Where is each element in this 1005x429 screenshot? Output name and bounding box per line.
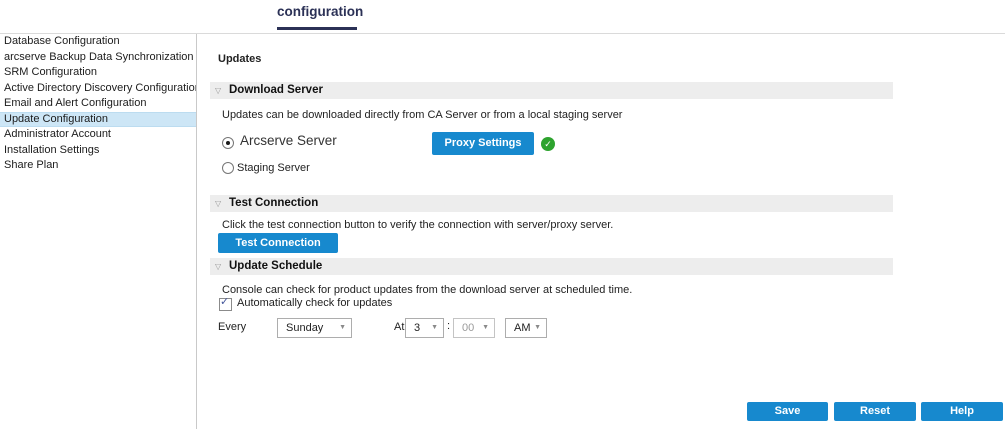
collapse-triangle-icon: ▽ [215, 258, 229, 275]
auto-check-checkbox[interactable]: ✓ [219, 298, 232, 311]
dropdown-caret-icon: ▼ [339, 319, 346, 337]
save-button[interactable]: Save [747, 402, 828, 421]
hour-select[interactable]: 3 ▼ [405, 318, 444, 338]
download-server-description: Updates can be downloaded directly from … [222, 109, 622, 121]
sidebar-item-share-plan[interactable]: Share Plan [0, 158, 196, 174]
app-window: configuration Database Configuration arc… [0, 0, 1005, 429]
ampm-select-value: AM [514, 319, 531, 337]
dropdown-caret-icon: ▼ [482, 319, 489, 337]
section-header-download-server[interactable]: ▽Download Server [210, 82, 893, 99]
minute-select-value: 00 [462, 319, 474, 337]
arcserve-server-radio-label[interactable]: Arcserve Server [240, 133, 337, 148]
check-icon: ✓ [220, 297, 229, 308]
reset-button[interactable]: Reset [834, 402, 916, 421]
ampm-select[interactable]: AM ▼ [505, 318, 547, 338]
tab-label: configuration [277, 4, 363, 19]
update-schedule-description: Console can check for product updates fr… [222, 284, 632, 296]
sidebar-item-srm-configuration[interactable]: SRM Configuration [0, 65, 196, 81]
minute-select[interactable]: 00 ▼ [453, 318, 495, 338]
section-header-update-schedule[interactable]: ▽Update Schedule [210, 258, 893, 275]
sidebar-item-arcserve-backup-sync[interactable]: arcserve Backup Data Synchronization Sch… [0, 50, 196, 66]
help-button[interactable]: Help [921, 402, 1003, 421]
dropdown-caret-icon: ▼ [534, 319, 541, 337]
check-icon: ✓ [544, 139, 552, 149]
dropdown-caret-icon: ▼ [431, 319, 438, 337]
active-tab-indicator [277, 27, 357, 30]
staging-server-radio[interactable] [222, 162, 234, 174]
sidebar: Database Configuration arcserve Backup D… [0, 34, 197, 429]
section-title: Update Schedule [229, 260, 322, 272]
hour-select-value: 3 [414, 319, 420, 337]
test-connection-button[interactable]: Test Connection [218, 233, 338, 253]
tab-configuration[interactable]: configuration [277, 4, 363, 19]
collapse-triangle-icon: ▽ [215, 195, 229, 212]
time-colon: : [447, 320, 450, 332]
sidebar-item-email-and-alert[interactable]: Email and Alert Configuration [0, 96, 196, 112]
section-title: Test Connection [229, 197, 318, 209]
staging-server-radio-label[interactable]: Staging Server [237, 162, 310, 174]
success-icon: ✓ [541, 137, 555, 151]
top-navigation: configuration [0, 0, 1005, 34]
day-select-value: Sunday [286, 319, 323, 337]
arcserve-server-radio[interactable] [222, 137, 234, 149]
day-select[interactable]: Sunday ▼ [277, 318, 352, 338]
sidebar-item-active-directory-discovery[interactable]: Active Directory Discovery Configuration [0, 81, 196, 97]
section-title: Download Server [229, 84, 323, 96]
auto-check-checkbox-label[interactable]: Automatically check for updates [237, 297, 392, 309]
every-label: Every [218, 321, 246, 333]
sidebar-item-database-configuration[interactable]: Database Configuration [0, 34, 196, 50]
sidebar-item-installation-settings[interactable]: Installation Settings [0, 143, 196, 159]
sidebar-item-administrator-account[interactable]: Administrator Account [0, 127, 196, 143]
sidebar-item-update-configuration[interactable]: Update Configuration [0, 112, 196, 128]
page-title: Updates [218, 53, 261, 65]
at-label: At [394, 321, 404, 333]
section-header-test-connection[interactable]: ▽Test Connection [210, 195, 893, 212]
proxy-settings-button[interactable]: Proxy Settings [432, 132, 534, 155]
test-connection-description: Click the test connection button to veri… [222, 219, 613, 231]
collapse-triangle-icon: ▽ [215, 82, 229, 99]
